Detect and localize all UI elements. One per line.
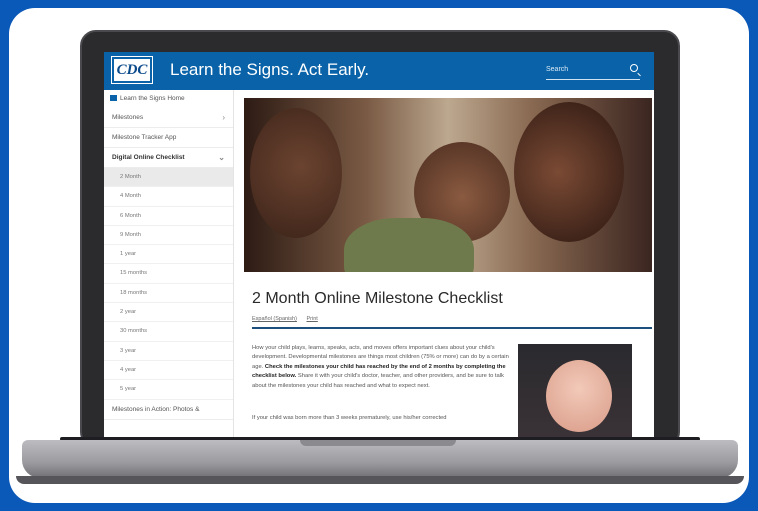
site-header: CDC Learn the Signs. Act Early. Search: [104, 52, 654, 90]
sidebar-home-link[interactable]: Learn the Signs Home: [104, 90, 233, 108]
sidebar-item-label: Digital Online Checklist: [112, 154, 185, 161]
laptop-foot: [16, 476, 744, 484]
sidebar-item-label: Milestone Tracker App: [112, 134, 177, 141]
print-link[interactable]: Print: [306, 316, 317, 322]
sidebar-subitem-4-month[interactable]: 4 Month: [104, 187, 233, 207]
father-face: [250, 108, 342, 238]
cdc-logo[interactable]: CDC: [111, 56, 153, 84]
chevron-right-icon: ›: [222, 113, 225, 122]
sidebar-item-tracker-app[interactable]: Milestone Tracker App: [104, 128, 233, 148]
search-placeholder: Search: [546, 66, 569, 73]
sidebar-nav: Learn the Signs Home Milestones › Milest…: [104, 90, 234, 438]
premature-paragraph: If your child was born more than 3 weeks…: [252, 415, 447, 421]
sidebar-item-milestones-in-action[interactable]: Milestones in Action: Photos &: [104, 400, 233, 420]
chevron-down-icon: ⌄: [218, 153, 225, 162]
sidebar-subitem-30-months[interactable]: 30 months: [104, 322, 233, 342]
baby-body: [344, 218, 474, 272]
laptop-screen: CDC Learn the Signs. Act Early. Search L…: [104, 52, 654, 438]
hero-photo-family: [244, 98, 652, 272]
title-divider: [252, 327, 652, 329]
infant-head: [546, 360, 612, 432]
sidebar-subitem-18-months[interactable]: 18 months: [104, 284, 233, 304]
sidebar-subitem-2-year[interactable]: 2 year: [104, 303, 233, 323]
spanish-link[interactable]: Español (Spanish): [252, 316, 297, 322]
sidebar-subitem-15-months[interactable]: 15 months: [104, 264, 233, 284]
infant-photo: [518, 344, 632, 438]
sidebar-subitem-5-year[interactable]: 5 year: [104, 380, 233, 400]
sidebar-item-digital-checklist[interactable]: Digital Online Checklist ⌄: [104, 148, 233, 168]
page-links: Español (Spanish) Print: [252, 316, 326, 322]
search-input[interactable]: Search: [546, 64, 640, 80]
sidebar-subitem-4-year[interactable]: 4 year: [104, 361, 233, 381]
sidebar-subitem-6-month[interactable]: 6 Month: [104, 207, 233, 226]
intro-paragraph: How your child plays, learns, speaks, ac…: [252, 344, 514, 391]
sidebar-subitem-2-month[interactable]: 2 Month: [104, 168, 233, 188]
site-title[interactable]: Learn the Signs. Act Early.: [170, 60, 369, 80]
mother-face: [514, 102, 624, 242]
sidebar-subitem-3-year[interactable]: 3 year: [104, 342, 233, 361]
sidebar-home-label: Learn the Signs Home: [120, 95, 185, 102]
home-icon: [110, 95, 117, 101]
laptop-opening-notch: [300, 440, 456, 446]
search-icon[interactable]: [630, 64, 638, 72]
sidebar-subitem-9-month[interactable]: 9 Month: [104, 226, 233, 246]
sidebar-subitem-1-year[interactable]: 1 year: [104, 245, 233, 265]
sidebar-item-label: Milestones: [112, 114, 144, 121]
page-title: 2 Month Online Milestone Checklist: [252, 290, 503, 307]
sidebar-item-milestones[interactable]: Milestones ›: [104, 108, 233, 128]
